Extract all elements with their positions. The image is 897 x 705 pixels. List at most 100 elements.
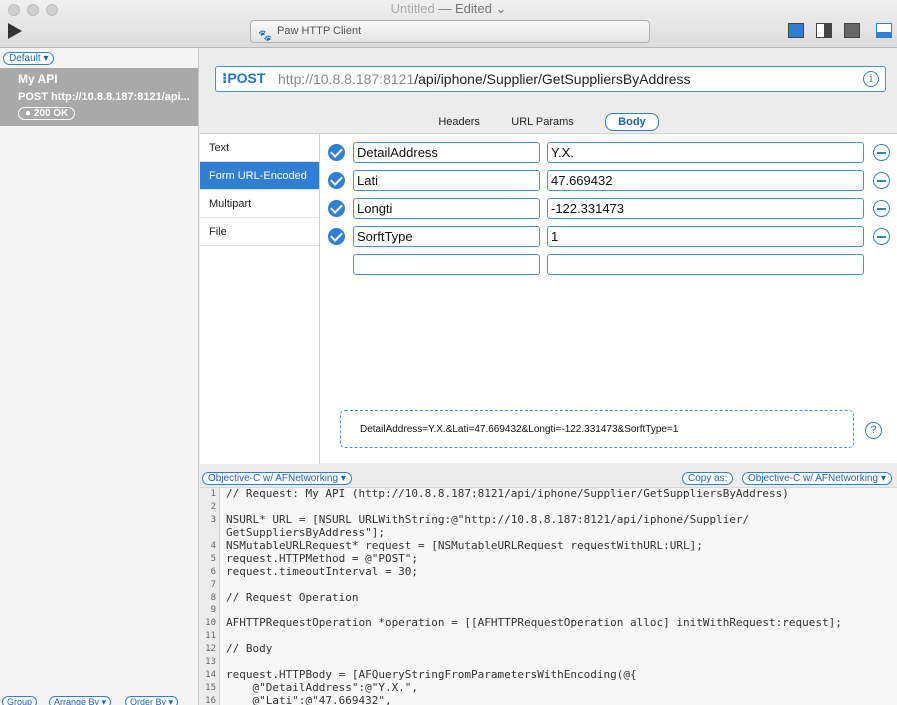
param-key-field[interactable]: Longti bbox=[353, 198, 540, 219]
remove-param-icon[interactable] bbox=[873, 144, 890, 161]
paw-icon: 🐾 bbox=[258, 30, 272, 42]
request-list-item[interactable]: My API POST http://10.8.8.187:8121/api..… bbox=[0, 68, 198, 126]
code-view[interactable]: 1 // Request: My API (http://10.8.8.187:8… bbox=[200, 487, 897, 705]
request-url: POST http://10.8.8.187:8121/api... bbox=[18, 91, 198, 103]
param-key-field[interactable]: SorftType bbox=[353, 226, 540, 247]
send-request-play-icon[interactable] bbox=[8, 23, 22, 39]
param-value-field[interactable]: -122.331473 bbox=[547, 198, 864, 219]
code-text: // Request Operation bbox=[226, 590, 359, 604]
request-method: POST bbox=[18, 91, 48, 103]
codegen-language-dropdown[interactable]: Objective-C w/ AFNetworking ▾ bbox=[202, 472, 352, 485]
request-tabs: Headers URL Params Body bbox=[200, 113, 897, 131]
filter-dropdown[interactable]: Default ▾ bbox=[3, 52, 55, 65]
body-type-multipart[interactable]: Multipart bbox=[200, 190, 319, 218]
layout-top-icon[interactable] bbox=[788, 23, 804, 38]
code-lines: 1 // Request: My API (http://10.8.8.187:8… bbox=[200, 488, 897, 705]
line-number: 2 bbox=[210, 501, 216, 512]
remove-param-icon[interactable] bbox=[873, 228, 890, 245]
line-number: 12 bbox=[205, 644, 216, 655]
status-badge: ● 200 OK bbox=[18, 107, 76, 120]
new-param-key-field[interactable] bbox=[353, 254, 540, 275]
code-line: 16 @"Lati":@"47.669432", bbox=[200, 694, 897, 705]
copy-as-button[interactable]: Copy as: bbox=[682, 472, 734, 485]
line-number: 15 bbox=[205, 683, 216, 694]
line-number: 5 bbox=[210, 553, 216, 564]
line-number: 7 bbox=[210, 579, 216, 590]
line-number: 6 bbox=[210, 566, 216, 577]
arrange-by-dropdown[interactable]: Arrange By ▾ bbox=[49, 696, 112, 705]
layout-bottom-icon[interactable] bbox=[876, 23, 892, 38]
code-line: 6 request.timeoutInterval = 30; bbox=[200, 564, 897, 579]
group-button[interactable]: Group bbox=[2, 696, 38, 705]
checkmark-icon[interactable] bbox=[328, 200, 345, 217]
code-text: AFHTTPRequestOperation *operation = [[AF… bbox=[226, 616, 842, 630]
window-title: Untitled — Edited ⌄ bbox=[0, 1, 897, 17]
code-line: 1 // Request: My API (http://10.8.8.187:8… bbox=[200, 488, 897, 501]
new-param-value-field[interactable] bbox=[547, 254, 864, 275]
remove-param-icon[interactable] bbox=[873, 172, 890, 189]
help-icon[interactable]: ? bbox=[865, 422, 882, 439]
tab-headers[interactable]: Headers bbox=[438, 114, 480, 130]
code-line: 7 bbox=[200, 579, 897, 592]
code-line: 2 bbox=[200, 501, 897, 514]
body-type-file[interactable]: File bbox=[200, 218, 319, 246]
chevron-down-icon[interactable]: ⌄ bbox=[495, 1, 506, 16]
layout-split-icon[interactable] bbox=[844, 23, 860, 38]
checkmark-icon[interactable] bbox=[328, 172, 345, 189]
param-value-field[interactable]: 47.669432 bbox=[547, 170, 864, 191]
url-host: http://10.8.8.187:8121 bbox=[278, 71, 415, 87]
titlebar: Untitled — Edited ⌄ 🐾 Paw HTTP Client bbox=[0, 0, 897, 48]
url-path: /api/iphone/Supplier/GetSuppliersByAddre… bbox=[414, 71, 691, 87]
order-by-dropdown[interactable]: Order By ▾ bbox=[125, 696, 179, 705]
app-name: Paw HTTP Client bbox=[277, 25, 362, 37]
line-number: 10 bbox=[205, 618, 216, 629]
param-value-field[interactable]: Y.X. bbox=[547, 142, 864, 163]
request-name: My API bbox=[18, 72, 58, 86]
app-status-badge: 🐾 Paw HTTP Client bbox=[250, 20, 650, 43]
code-line: 8 // Request Operation bbox=[200, 590, 897, 605]
code-text: @"Lati":@"47.669432", bbox=[226, 694, 392, 705]
url-bar[interactable]: ⁝POST http://10.8.8.187:8121/api/iphone/… bbox=[215, 66, 886, 92]
line-number: 8 bbox=[210, 592, 216, 603]
code-text: NSURL* URL = [NSURL URLWithString:@"http… bbox=[226, 512, 750, 526]
info-icon[interactable]: i bbox=[863, 71, 879, 87]
code-text: NSMutableURLRequest* request = [NSMutabl… bbox=[226, 538, 703, 552]
line-number: 9 bbox=[210, 605, 216, 616]
param-key-field[interactable]: Lati bbox=[353, 170, 540, 191]
param-key-field[interactable]: DetailAddress bbox=[353, 142, 540, 163]
code-text: GetSuppliersByAddress"]; bbox=[226, 525, 385, 539]
title-edited: — Edited bbox=[438, 1, 492, 16]
line-number: 13 bbox=[205, 657, 216, 668]
code-text: // Request: My API (http://10.8.8.187:81… bbox=[226, 487, 789, 500]
copy-as-language-dropdown[interactable]: Objective-C w/ AFNetworking ▾ bbox=[742, 472, 892, 485]
tab-url-params[interactable]: URL Params bbox=[511, 114, 574, 130]
line-number: 16 bbox=[205, 696, 216, 705]
remove-param-icon[interactable] bbox=[873, 200, 890, 217]
layout-side-icon[interactable] bbox=[816, 23, 832, 38]
url-field[interactable]: http://10.8.8.187:8121/api/iphone/Suppli… bbox=[278, 71, 691, 87]
sidebar: Default ▾ My API POST http://10.8.8.187:… bbox=[0, 48, 199, 705]
code-line: 10 AFHTTPRequestOperation *operation = [[… bbox=[200, 616, 897, 630]
body-type-form-url-encoded[interactable]: Form URL-Encoded bbox=[200, 162, 319, 190]
code-line: 5 request.HTTPMethod = @"POST"; bbox=[200, 552, 897, 566]
request-url-text: http://10.8.8.187:8121/api... bbox=[51, 91, 190, 103]
tab-body[interactable]: Body bbox=[605, 113, 659, 131]
body-type-list: Text Form URL-Encoded Multipart File bbox=[200, 134, 320, 464]
title-untitled: Untitled bbox=[390, 1, 435, 16]
line-number: 14 bbox=[205, 670, 216, 681]
body-type-text[interactable]: Text bbox=[200, 134, 319, 162]
checkmark-icon[interactable] bbox=[328, 144, 345, 161]
code-line: 12 // Body bbox=[200, 642, 897, 656]
code-line: 3 NSURL* URL = [NSURL URLWithString:@"htt… bbox=[200, 512, 897, 527]
line-number: 11 bbox=[205, 631, 216, 642]
codegen-bar: Objective-C w/ AFNetworking ▾ Copy as: O… bbox=[200, 471, 897, 487]
line-number: 1 bbox=[210, 489, 216, 499]
body-panel: Text Form URL-Encoded Multipart File Det… bbox=[200, 133, 897, 464]
param-value-field[interactable]: 1 bbox=[547, 226, 864, 247]
code-text: request.timeoutInterval = 30; bbox=[226, 564, 419, 578]
line-number: 3 bbox=[210, 514, 216, 525]
method-selector[interactable]: ⁝POST bbox=[222, 70, 265, 87]
code-text: // Body bbox=[226, 642, 273, 656]
sidebar-footer: Group Arrange By ▾ Order By ▾ bbox=[0, 695, 199, 705]
checkmark-icon[interactable] bbox=[328, 228, 345, 245]
